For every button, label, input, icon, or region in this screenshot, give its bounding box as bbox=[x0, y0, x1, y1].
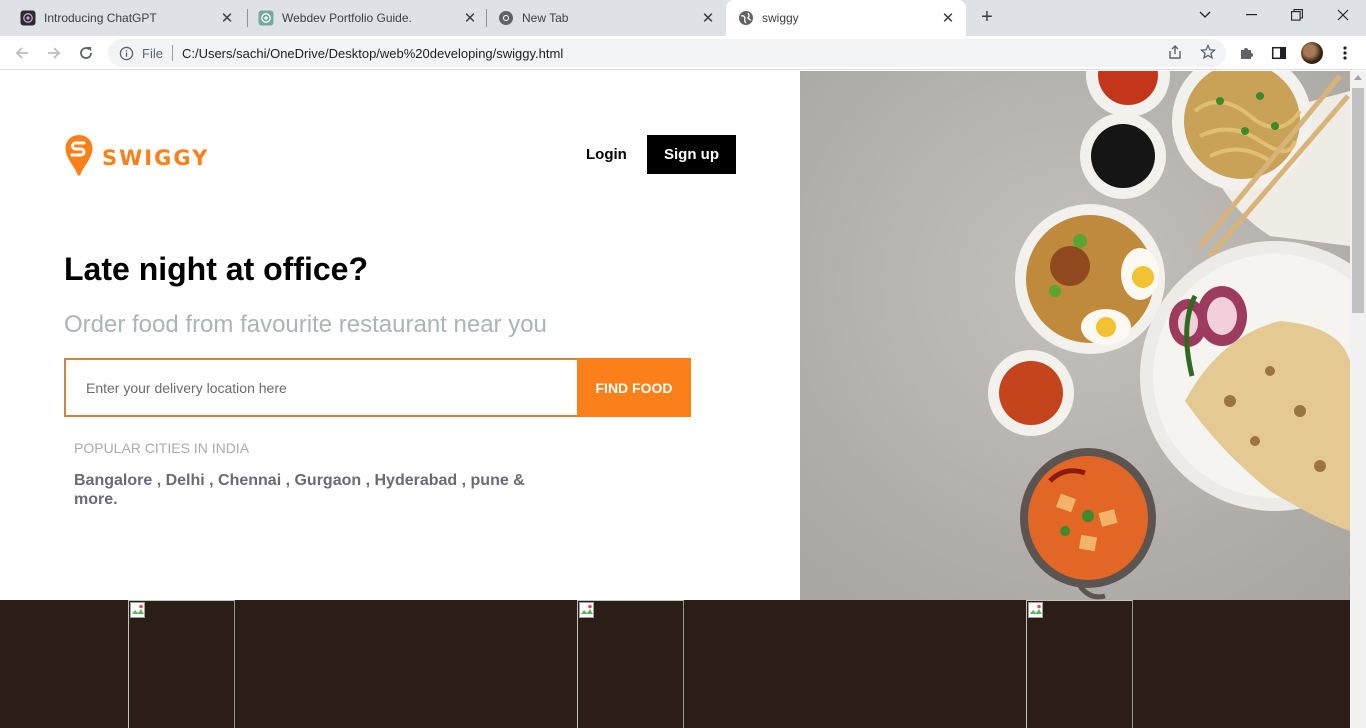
tab-title: Introducing ChatGPT bbox=[44, 11, 157, 25]
brand-name: SWIGGY bbox=[102, 145, 210, 170]
menu-kebab-icon[interactable] bbox=[1336, 44, 1354, 62]
profile-avatar[interactable] bbox=[1301, 42, 1323, 64]
location-search: FIND FOOD bbox=[64, 358, 691, 417]
url-text[interactable]: C:/Users/sachi/OneDrive/Desktop/web%20de… bbox=[182, 46, 563, 61]
login-link[interactable]: Login bbox=[586, 146, 627, 163]
minimize-icon[interactable] bbox=[1228, 0, 1274, 30]
tab-title: New Tab bbox=[522, 11, 569, 25]
forward-arrow-icon[interactable] bbox=[42, 41, 66, 65]
chatgpt-icon bbox=[258, 10, 274, 26]
browser-toolbar: File C:/Users/sachi/OneDrive/Desktop/web… bbox=[0, 36, 1366, 70]
page-headline: Late night at office? bbox=[64, 251, 368, 287]
scrollbar-thumb[interactable] bbox=[1352, 88, 1364, 313]
features-section bbox=[0, 600, 1350, 728]
bookmark-star-icon[interactable] bbox=[1199, 43, 1217, 61]
close-tab-icon[interactable]: ✕ bbox=[700, 10, 716, 27]
popular-cities-label: POPULAR CITIES IN INDIA bbox=[74, 440, 250, 456]
tab-strip: Introducing ChatGPT ✕ Webdev Portfolio G… bbox=[0, 0, 1366, 36]
page-viewport: SWIGGY Login Sign up Late night at offic… bbox=[0, 71, 1350, 728]
hero-food-image bbox=[800, 71, 1350, 600]
tab-webdev-portfolio[interactable]: Webdev Portfolio Guide. ✕ bbox=[238, 0, 488, 36]
new-tab-button[interactable]: + bbox=[976, 6, 998, 28]
find-food-button[interactable]: FIND FOOD bbox=[577, 358, 691, 417]
side-panel-icon[interactable] bbox=[1270, 44, 1288, 62]
address-bar[interactable]: File C:/Users/sachi/OneDrive/Desktop/web… bbox=[108, 39, 1226, 67]
address-divider bbox=[171, 45, 173, 61]
broken-image-icon bbox=[579, 602, 594, 618]
broken-image-placeholder bbox=[128, 600, 235, 728]
chrome-icon bbox=[498, 10, 514, 26]
swiggy-logo[interactable]: SWIGGY bbox=[64, 134, 209, 181]
close-window-icon[interactable] bbox=[1320, 0, 1366, 30]
close-tab-icon[interactable]: ✕ bbox=[462, 10, 478, 27]
close-tab-icon[interactable]: ✕ bbox=[219, 10, 235, 27]
swiggy-pin-icon bbox=[64, 134, 94, 181]
info-icon[interactable] bbox=[118, 45, 134, 61]
broken-image-placeholder bbox=[1026, 600, 1133, 728]
tab-introducing-chatgpt[interactable]: Introducing ChatGPT ✕ bbox=[0, 0, 245, 36]
broken-image-icon bbox=[130, 602, 145, 618]
broken-image-icon bbox=[1028, 602, 1043, 618]
close-tab-icon[interactable]: ✕ bbox=[940, 10, 956, 27]
tab-swiggy[interactable]: swiggy ✕ bbox=[726, 0, 966, 36]
file-scheme-label: File bbox=[142, 45, 163, 61]
scroll-up-arrow-icon[interactable] bbox=[1354, 75, 1362, 80]
tab-search-chevron-icon[interactable] bbox=[1182, 0, 1228, 30]
share-icon[interactable] bbox=[1166, 43, 1184, 61]
popular-cities-list: Bangalore , Delhi , Chennai , Gurgaon , … bbox=[74, 472, 525, 508]
page-scrollbar[interactable] bbox=[1350, 71, 1366, 728]
tab-title: Webdev Portfolio Guide. bbox=[282, 11, 412, 25]
broken-image-placeholder bbox=[577, 600, 684, 728]
tab-title: swiggy bbox=[762, 11, 799, 25]
tab-new-tab[interactable]: New Tab ✕ bbox=[478, 0, 726, 36]
page-subheadline: Order food from favourite restaurant nea… bbox=[64, 311, 547, 338]
back-arrow-icon[interactable] bbox=[10, 41, 34, 65]
extensions-puzzle-icon[interactable] bbox=[1238, 44, 1256, 62]
reload-icon[interactable] bbox=[74, 41, 98, 65]
delivery-location-input[interactable] bbox=[64, 358, 577, 417]
globe-icon bbox=[738, 10, 754, 26]
signup-button[interactable]: Sign up bbox=[647, 135, 736, 174]
chatgpt-icon bbox=[20, 10, 36, 26]
restore-icon[interactable] bbox=[1274, 0, 1320, 30]
